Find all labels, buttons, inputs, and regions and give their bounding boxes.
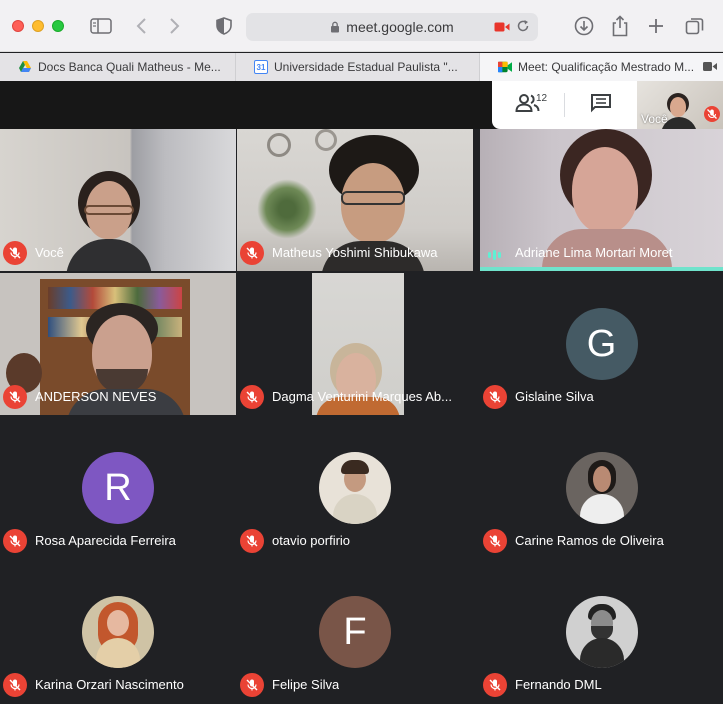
meet-side-controls: 12 xyxy=(492,81,637,129)
browser-toolbar: meet.google.com xyxy=(0,0,723,52)
camera-in-use-icon[interactable] xyxy=(494,20,510,36)
avatar: R xyxy=(82,452,154,524)
avatar-initial: F xyxy=(343,610,367,653)
tab-bar: Docs Banca Quali Matheus - Me... 31 Univ… xyxy=(0,53,723,81)
mic-off-icon xyxy=(240,241,264,265)
calendar-day-number: 31 xyxy=(256,62,266,72)
tab-title: Universidade Estadual Paulista "... xyxy=(274,60,458,74)
participant-name: Você xyxy=(35,245,64,260)
google-calendar-icon: 31 xyxy=(254,60,268,74)
mic-off-icon xyxy=(240,385,264,409)
forward-arrow-icon[interactable] xyxy=(164,14,186,38)
participant-name: Rosa Aparecida Ferreira xyxy=(35,533,176,548)
tab-title: Meet: Qualificação Mestrado M... xyxy=(518,60,695,74)
avatar-photo xyxy=(319,452,391,524)
mic-off-icon xyxy=(3,241,27,265)
mic-off-icon xyxy=(483,385,507,409)
mic-off-icon xyxy=(3,673,27,697)
meet-area: 12 Você Você Matheus Yoshimi Shibukawa A… xyxy=(0,81,723,704)
participant-tile[interactable]: Adriane Lima Mortari Moret xyxy=(480,129,723,271)
participant-name: ANDERSON NEVES xyxy=(35,389,157,404)
participant-name: Gislaine Silva xyxy=(515,389,594,404)
self-preview[interactable]: Você xyxy=(637,81,723,129)
participant-name: Dagma Venturini Marques Ab... xyxy=(272,389,452,404)
privacy-shield-icon[interactable] xyxy=(212,14,236,38)
self-preview-label: Você xyxy=(641,112,668,126)
active-speaker-bar xyxy=(480,267,723,271)
url-text: meet.google.com xyxy=(346,19,454,35)
people-button[interactable]: 12 xyxy=(492,81,564,129)
people-count: 12 xyxy=(536,93,548,104)
participant-tile[interactable]: Karina Orzari Nascimento xyxy=(0,561,236,703)
camera-active-icon xyxy=(703,61,717,75)
participant-tile[interactable]: Você xyxy=(0,129,236,271)
lock-icon xyxy=(330,21,340,33)
participant-name: Adriane Lima Mortari Moret xyxy=(515,245,673,260)
tab-title: Docs Banca Quali Matheus - Me... xyxy=(38,60,221,74)
participant-tile[interactable]: G Gislaine Silva xyxy=(480,273,723,415)
avatar: F xyxy=(319,596,391,668)
participant-tile[interactable]: Fernando DML xyxy=(480,561,723,703)
tab-meet[interactable]: Meet: Qualificação Mestrado M... xyxy=(480,53,723,81)
downloads-icon[interactable] xyxy=(572,14,596,38)
mic-off-icon xyxy=(483,673,507,697)
tab-overview-icon[interactable] xyxy=(682,14,708,38)
avatar-photo xyxy=(565,596,638,668)
mic-off-icon xyxy=(704,106,720,127)
tab-calendar[interactable]: 31 Universidade Estadual Paulista "... xyxy=(236,53,480,81)
participant-tile[interactable]: R Rosa Aparecida Ferreira xyxy=(0,417,236,559)
participant-tile[interactable]: otavio porfirio xyxy=(237,417,473,559)
participant-name: Carine Ramos de Oliveira xyxy=(515,533,664,548)
share-icon[interactable] xyxy=(608,14,632,38)
participant-name: otavio porfirio xyxy=(272,533,351,548)
participant-tile[interactable]: ANDERSON NEVES xyxy=(0,273,236,415)
chat-icon xyxy=(590,93,612,118)
avatar-photo xyxy=(82,596,154,668)
reload-icon[interactable] xyxy=(516,19,530,36)
google-meet-icon xyxy=(498,60,512,74)
tab-docs[interactable]: Docs Banca Quali Matheus - Me... xyxy=(0,53,236,81)
avatar-initial: R xyxy=(104,466,132,509)
participant-name: Karina Orzari Nascimento xyxy=(35,677,184,692)
new-tab-plus-icon[interactable] xyxy=(644,14,668,38)
self-preview-face xyxy=(670,97,686,117)
participant-tile[interactable]: F Felipe Silva xyxy=(237,561,473,703)
participant-name: Matheus Yoshimi Shibukawa xyxy=(272,245,438,260)
participant-tile[interactable]: Carine Ramos de Oliveira xyxy=(480,417,723,559)
google-drive-icon xyxy=(18,60,32,74)
mic-off-icon xyxy=(483,529,507,553)
back-arrow-icon[interactable] xyxy=(130,14,152,38)
mic-off-icon xyxy=(240,529,264,553)
address-bar[interactable]: meet.google.com xyxy=(246,13,538,41)
speaking-indicator-icon xyxy=(488,250,501,260)
mic-off-icon xyxy=(240,673,264,697)
participant-tile[interactable]: Matheus Yoshimi Shibukawa xyxy=(237,129,473,271)
avatar-photo xyxy=(565,452,638,524)
mic-off-icon xyxy=(3,385,27,409)
avatar-initial: G xyxy=(586,322,617,365)
sidebar-toggle-icon[interactable] xyxy=(88,14,114,38)
participant-name: Felipe Silva xyxy=(272,677,340,692)
participant-tile[interactable]: Dagma Venturini Marques Ab... xyxy=(237,273,473,415)
participant-name: Fernando DML xyxy=(515,677,602,692)
close-window-button[interactable] xyxy=(12,20,24,32)
fullscreen-window-button[interactable] xyxy=(52,20,64,32)
chat-button[interactable] xyxy=(565,81,637,129)
mic-off-icon xyxy=(3,529,27,553)
avatar: G xyxy=(565,308,638,380)
minimize-window-button[interactable] xyxy=(32,20,44,32)
